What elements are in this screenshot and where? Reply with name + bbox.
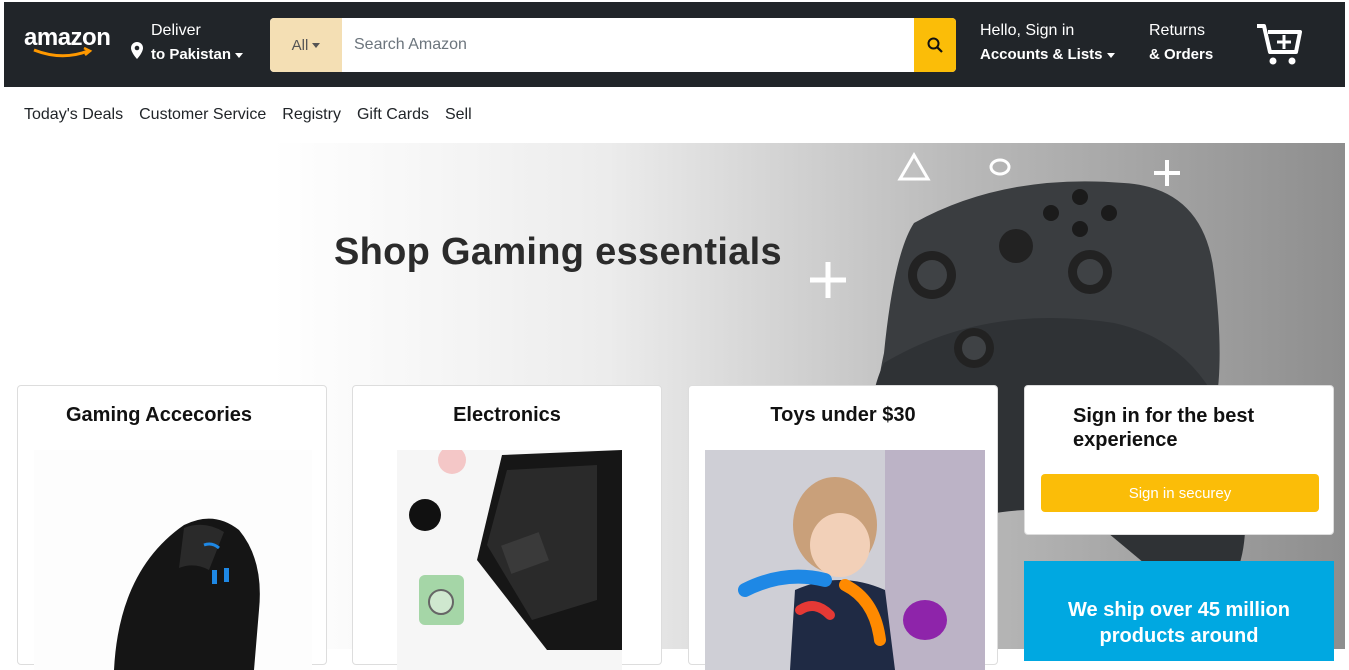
shipping-banner[interactable]: We ship over 45 million products around (1024, 561, 1334, 661)
accounts-lists: Accounts & Lists (980, 46, 1115, 63)
nav-sell[interactable]: Sell (445, 106, 472, 124)
signin-button[interactable]: Sign in securey (1041, 474, 1319, 512)
chevron-down-icon (1106, 52, 1115, 58)
search-category-dropdown[interactable]: All (270, 18, 342, 72)
amazon-smile-icon (33, 47, 93, 58)
cart-icon[interactable] (1254, 20, 1304, 70)
category-card-electronics[interactable]: Electronics (352, 385, 662, 670)
nav-registry[interactable]: Registry (282, 106, 341, 124)
returns-label: Returns (1149, 22, 1206, 39)
nav-todays-deals[interactable]: Today's Deals (24, 106, 123, 124)
top-navbar: amazon Deliver to Pakistan All Hello, Si… (4, 0, 1345, 87)
search-bar: All (270, 18, 956, 72)
deliver-location: to Pakistan (151, 46, 244, 63)
card-title: Electronics (453, 404, 561, 426)
chevron-down-icon (312, 42, 321, 48)
signin-card-title: Sign in for the best experience (1073, 405, 1255, 451)
location-pin-icon (131, 42, 143, 59)
card-title: Toys under $30 (770, 404, 916, 426)
search-category-label: All (291, 36, 309, 54)
laptop-image (397, 450, 622, 670)
signin-card: Sign in for the best experience Sign in … (1024, 385, 1334, 535)
chevron-down-icon (235, 52, 244, 58)
orders-label: & Orders (1149, 46, 1214, 63)
nav-customer-service[interactable]: Customer Service (139, 106, 266, 124)
deliver-label: Deliver (151, 22, 201, 39)
gaming-mouse-image (34, 450, 312, 670)
category-card-toys[interactable]: Toys under $30 (688, 385, 998, 670)
search-input[interactable] (342, 18, 914, 72)
toys-child-image (705, 450, 985, 670)
search-button[interactable] (914, 18, 956, 72)
account-greeting: Hello, Sign in (980, 22, 1075, 39)
search-icon (927, 37, 943, 53)
category-card-gaming[interactable]: Gaming Accecories (17, 385, 327, 670)
card-title: Gaming Accecories (66, 404, 253, 426)
nav-gift-cards[interactable]: Gift Cards (357, 106, 429, 124)
hero-title: Shop Gaming essentials (334, 231, 782, 273)
secondary-navbar: Today's Deals Customer Service Registry … (4, 87, 1345, 143)
